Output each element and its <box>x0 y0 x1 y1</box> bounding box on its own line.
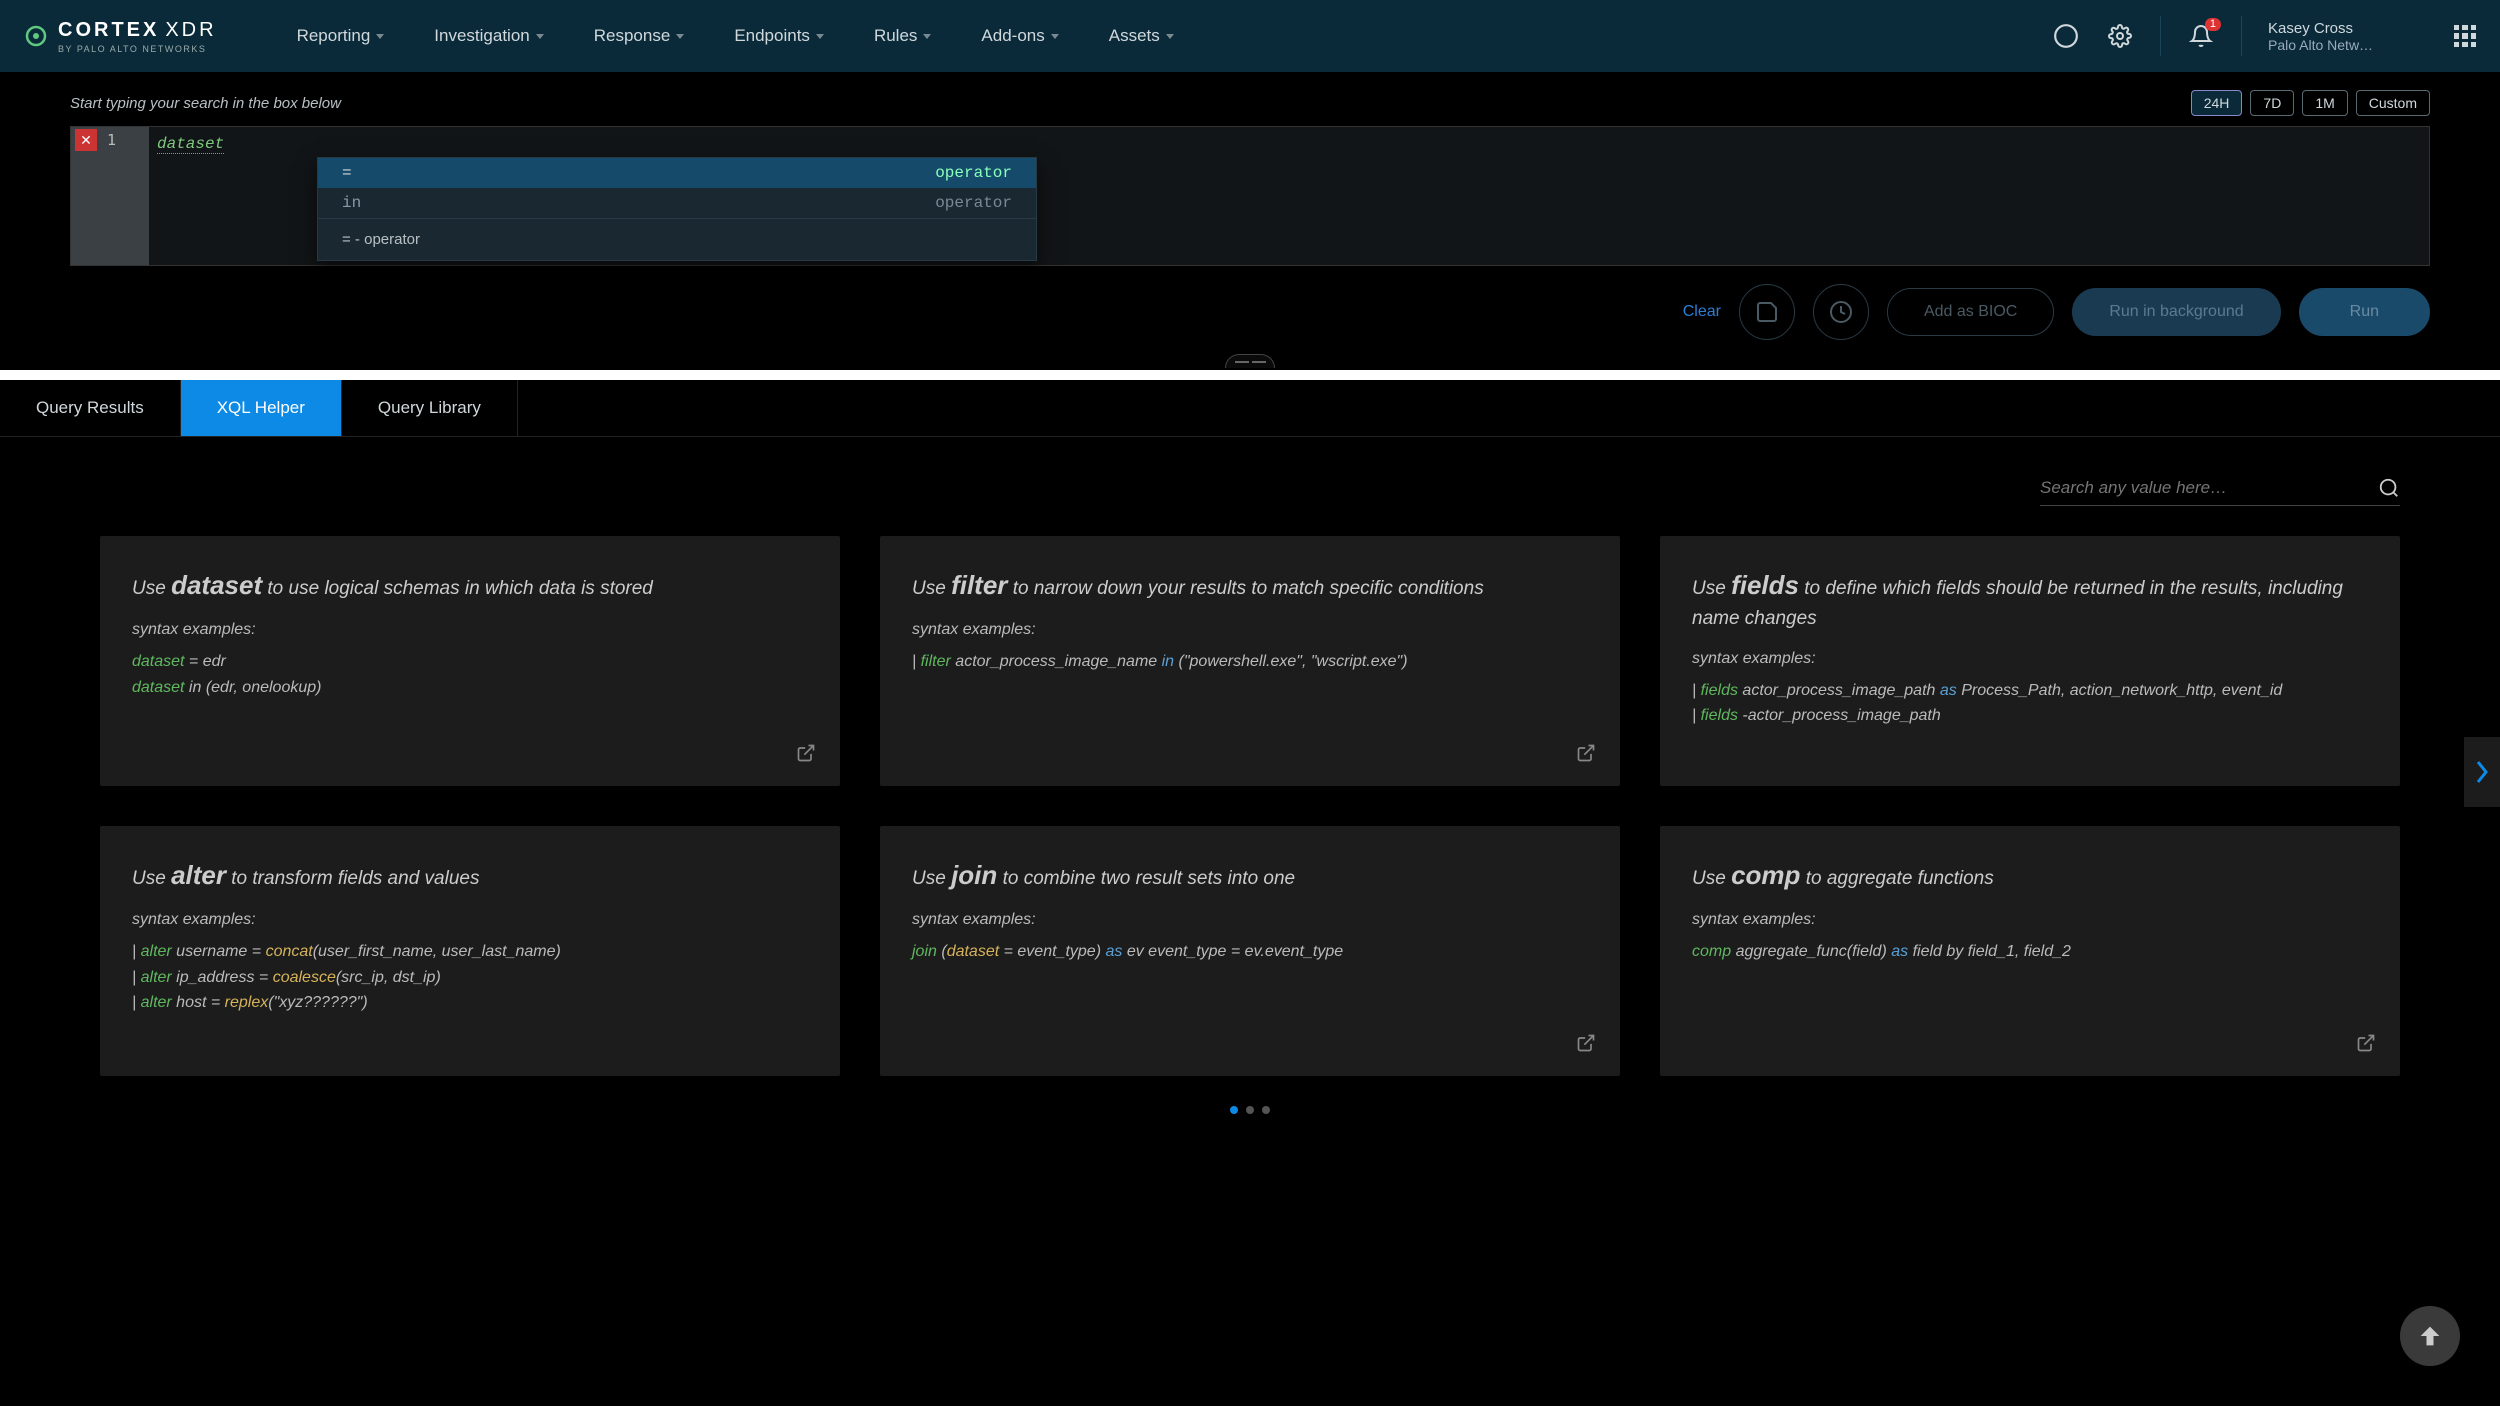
syntax-example: dataset in (edr, onelookup) <box>132 675 808 701</box>
nav-item-endpoints[interactable]: Endpoints <box>734 26 824 46</box>
autocomplete-row[interactable]: =operator <box>318 158 1036 188</box>
autocomplete-row[interactable]: inoperator <box>318 188 1036 218</box>
syntax-example: | fields actor_process_image_path as Pro… <box>1692 678 2368 704</box>
panel-drag-handle[interactable] <box>0 354 2500 370</box>
syntax-example: comp aggregate_func(field) as field by f… <box>1692 939 2368 965</box>
syntax-label: syntax examples: <box>1692 650 2368 668</box>
syntax-label: syntax examples: <box>132 911 808 929</box>
open-external-icon[interactable] <box>1576 743 1596 766</box>
open-external-icon[interactable] <box>2356 1033 2376 1056</box>
gear-icon[interactable] <box>2106 22 2134 50</box>
tab-query-library[interactable]: Query Library <box>342 380 518 436</box>
logo-suffix: XDR <box>165 19 216 42</box>
cortex-logo-icon <box>24 24 48 48</box>
user-tenant: Palo Alto Netw… <box>2268 37 2428 53</box>
card-title: Use fields to define which fields should… <box>1692 566 2368 634</box>
time-pill-1m[interactable]: 1M <box>2302 90 2347 116</box>
pager-dot[interactable] <box>1230 1106 1238 1114</box>
helper-card-comp: Use comp to aggregate functions syntax ex… <box>1660 826 2400 1076</box>
line-number: 1 <box>107 131 116 149</box>
pager-dot[interactable] <box>1246 1106 1254 1114</box>
card-title: Use filter to narrow down your results t… <box>912 566 1588 605</box>
nav-item-reporting[interactable]: Reporting <box>297 26 385 46</box>
open-external-icon[interactable] <box>796 743 816 766</box>
help-icon[interactable] <box>2052 22 2080 50</box>
card-title: Use dataset to use logical schemas in wh… <box>132 566 808 605</box>
syntax-example: | filter actor_process_image_name in ("p… <box>912 649 1588 675</box>
clear-button[interactable]: Clear <box>1683 303 1721 321</box>
search-hint: Start typing your search in the box belo… <box>70 95 341 112</box>
time-pill-7d[interactable]: 7D <box>2250 90 2294 116</box>
time-range-picker: 24H 7D 1M Custom <box>2191 90 2430 116</box>
nav-item-response[interactable]: Response <box>594 26 685 46</box>
run-background-button[interactable]: Run in background <box>2072 288 2280 336</box>
helper-search <box>2040 477 2400 506</box>
query-token-dataset: dataset <box>157 135 224 154</box>
tab-query-results[interactable]: Query Results <box>0 380 181 436</box>
syntax-label: syntax examples: <box>912 911 1588 929</box>
syntax-label: syntax examples: <box>1692 911 2368 929</box>
nav-item-investigation[interactable]: Investigation <box>434 26 543 46</box>
logo-text: CORTEX <box>58 19 159 42</box>
query-editor[interactable]: ✕ 1 dataset =operatorinoperator = - oper… <box>70 126 2430 266</box>
open-external-icon[interactable] <box>1576 1033 1596 1056</box>
nav-item-rules[interactable]: Rules <box>874 26 931 46</box>
card-title: Use alter to transform fields and values <box>132 856 808 895</box>
autocomplete-popup: =operatorinoperator = - operator <box>317 157 1037 261</box>
nav-item-add-ons[interactable]: Add-ons <box>981 26 1058 46</box>
syntax-label: syntax examples: <box>132 621 808 639</box>
editor-gutter: ✕ 1 <box>71 127 149 265</box>
pager-dot[interactable] <box>1262 1106 1270 1114</box>
next-page-arrow[interactable] <box>2464 737 2500 807</box>
query-actions: Clear Add as BIOC Run in background Run <box>0 266 2500 354</box>
helper-search-input[interactable] <box>2040 478 2358 498</box>
card-title: Use join to combine two result sets into… <box>912 856 1588 895</box>
syntax-example: | alter host = replex("xyz??????") <box>132 990 808 1016</box>
save-query-icon[interactable] <box>1739 284 1795 340</box>
syntax-example: | alter ip_address = coalesce(src_ip, ds… <box>132 965 808 991</box>
helper-card-filter: Use filter to narrow down your results t… <box>880 536 1620 786</box>
syntax-example: dataset = edr <box>132 649 808 675</box>
helper-card-join: Use join to combine two result sets into… <box>880 826 1620 1076</box>
result-tabs: Query ResultsXQL HelperQuery Library <box>0 380 2500 437</box>
tab-xql-helper[interactable]: XQL Helper <box>181 380 342 436</box>
scroll-top-fab[interactable] <box>2400 1306 2460 1366</box>
nav-right: 1 Kasey Cross Palo Alto Netw… <box>2052 16 2476 56</box>
helper-card-fields: Use fields to define which fields should… <box>1660 536 2400 786</box>
line-error-icon[interactable]: ✕ <box>75 129 97 151</box>
helper-card-alter: Use alter to transform fields and values… <box>100 826 840 1076</box>
top-nav: CORTEX XDR BY PALO ALTO NETWORKS Reporti… <box>0 0 2500 72</box>
syntax-example: | alter username = concat(user_first_nam… <box>132 939 808 965</box>
logo[interactable]: CORTEX XDR BY PALO ALTO NETWORKS <box>24 19 217 54</box>
divider <box>2241 16 2242 56</box>
user-menu[interactable]: Kasey Cross Palo Alto Netw… <box>2268 20 2428 53</box>
logo-byline: BY PALO ALTO NETWORKS <box>58 44 217 54</box>
nav-items: Reporting Investigation Response Endpoints R… <box>297 26 2052 46</box>
syntax-example: join (dataset = event_type) as ev event_… <box>912 939 1588 965</box>
card-title: Use comp to aggregate functions <box>1692 856 2368 895</box>
run-button[interactable]: Run <box>2299 288 2430 336</box>
nav-item-assets[interactable]: Assets <box>1109 26 1174 46</box>
helper-card-grid: Use dataset to use logical schemas in wh… <box>100 536 2400 1076</box>
xql-helper-body: Use dataset to use logical schemas in wh… <box>0 437 2500 1134</box>
search-section: Start typing your search in the box belo… <box>0 72 2500 266</box>
apps-grid-icon[interactable] <box>2454 25 2476 47</box>
history-icon[interactable] <box>1813 284 1869 340</box>
notification-badge: 1 <box>2205 18 2221 31</box>
add-bioc-button[interactable]: Add as BIOC <box>1887 288 2054 336</box>
autocomplete-hint: = - operator <box>318 218 1036 260</box>
time-pill-custom[interactable]: Custom <box>2356 90 2430 116</box>
time-pill-24h[interactable]: 24H <box>2191 90 2243 116</box>
helper-card-dataset: Use dataset to use logical schemas in wh… <box>100 536 840 786</box>
editor-line[interactable]: dataset <box>157 131 2421 157</box>
divider <box>2160 16 2161 56</box>
syntax-example: | fields -actor_process_image_path <box>1692 703 2368 729</box>
user-name: Kasey Cross <box>2268 20 2428 37</box>
search-icon[interactable] <box>2378 477 2400 499</box>
bell-icon[interactable]: 1 <box>2187 22 2215 50</box>
panel-separator <box>0 370 2500 380</box>
pager <box>100 1106 2400 1114</box>
syntax-label: syntax examples: <box>912 621 1588 639</box>
